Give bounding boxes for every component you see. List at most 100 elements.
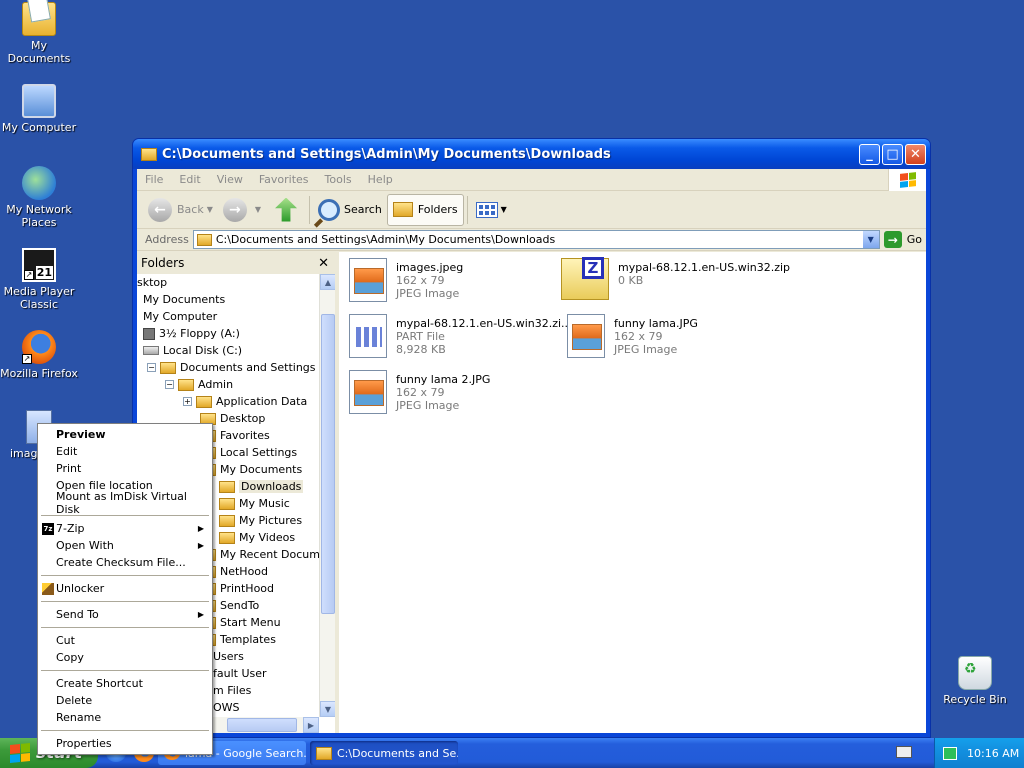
close-pane-button[interactable]: ✕ bbox=[318, 256, 329, 271]
magic-wand-icon bbox=[42, 582, 54, 595]
menu-item-create-checksum[interactable]: Create Checksum File... bbox=[40, 554, 210, 571]
media-player-icon: ↗ bbox=[22, 248, 56, 282]
up-button[interactable] bbox=[266, 194, 306, 226]
folders-vertical-scrollbar[interactable]: ▲ ▼ bbox=[319, 274, 335, 717]
file-item-funny-lama-2[interactable]: funny lama 2.JPG 162 x 79 JPEG Image bbox=[349, 370, 569, 418]
tree-item[interactable]: − Documents and Settings bbox=[137, 359, 319, 376]
desktop-icon-label: Mozilla Firefox bbox=[0, 367, 78, 380]
tree-item[interactable]: sktop bbox=[137, 274, 319, 291]
collapse-icon[interactable]: − bbox=[147, 363, 156, 372]
desktop-icon-firefox[interactable]: ↗ Mozilla Firefox bbox=[0, 330, 78, 380]
menu-help[interactable]: Help bbox=[360, 173, 401, 186]
desktop-icon-media-player-classic[interactable]: ↗ Media Player Classic bbox=[0, 248, 78, 311]
maximize-button[interactable]: □ bbox=[882, 143, 903, 165]
menu-favorites[interactable]: Favorites bbox=[251, 173, 317, 186]
file-item-mypal-part[interactable]: mypal-68.12.1.en-US.win32.zi... PART Fil… bbox=[349, 314, 572, 362]
back-label: Back bbox=[177, 203, 204, 216]
menu-item-edit[interactable]: Edit bbox=[40, 443, 210, 460]
close-button[interactable]: ✕ bbox=[905, 143, 926, 165]
file-item-images-jpeg[interactable]: images.jpeg 162 x 79 JPEG Image bbox=[349, 258, 569, 306]
menu-item-mount-imdisk[interactable]: Mount as ImDisk Virtual Disk bbox=[40, 490, 210, 516]
folders-label: Folders bbox=[417, 203, 458, 216]
menu-item-label: Open With bbox=[56, 539, 114, 552]
tree-item-label: PrintHood bbox=[220, 582, 275, 595]
address-bar: Address C:\Documents and Settings\Admin\… bbox=[137, 229, 926, 251]
expand-icon[interactable]: + bbox=[183, 397, 192, 406]
tree-item[interactable]: + Application Data bbox=[137, 393, 319, 410]
menu-item-unlocker[interactable]: Unlocker bbox=[40, 580, 210, 597]
folder-icon bbox=[316, 746, 332, 760]
window-titlebar[interactable]: C:\Documents and Settings\Admin\My Docum… bbox=[133, 139, 930, 169]
desktop-icon-recycle-bin[interactable]: Recycle Bin bbox=[936, 656, 1014, 706]
file-name: funny lama 2.JPG bbox=[396, 373, 491, 386]
menu-item-open-with[interactable]: Open With ▶ bbox=[40, 537, 210, 554]
taskbar-button-explorer[interactable]: C:\Documents and Se... bbox=[310, 741, 458, 765]
views-button[interactable]: ▼ bbox=[471, 194, 512, 226]
folder-icon bbox=[160, 361, 176, 374]
back-button[interactable]: ← Back ▼ bbox=[143, 194, 218, 226]
desktop-icon-label: My Computer bbox=[1, 121, 77, 134]
menu-item-copy[interactable]: Copy bbox=[40, 649, 210, 666]
menu-separator bbox=[41, 730, 209, 731]
minimize-button[interactable]: _ bbox=[859, 143, 880, 165]
network-tray-icon[interactable] bbox=[943, 746, 957, 760]
explorer-window[interactable]: C:\Documents and Settings\Admin\My Docum… bbox=[132, 138, 931, 738]
toolbar-separator bbox=[309, 195, 311, 224]
chevron-down-icon[interactable]: ▼ bbox=[255, 205, 261, 214]
tree-item-label: m Files bbox=[213, 684, 252, 697]
tree-item[interactable]: − Admin bbox=[137, 376, 319, 393]
chevron-down-icon[interactable]: ▼ bbox=[501, 205, 507, 214]
desktop-icon-my-documents[interactable]: My Documents bbox=[0, 2, 78, 65]
tree-item-label: Downloads bbox=[239, 480, 304, 493]
tree-item[interactable]: My Documents bbox=[137, 291, 319, 308]
scroll-thumb[interactable] bbox=[227, 718, 297, 732]
menu-view[interactable]: View bbox=[209, 173, 251, 186]
menu-item-delete[interactable]: Delete bbox=[40, 692, 210, 709]
go-button[interactable]: → Go bbox=[883, 231, 922, 248]
search-button[interactable]: Search bbox=[313, 194, 387, 226]
jpeg-image-icon bbox=[349, 370, 387, 414]
scroll-up-button[interactable]: ▲ bbox=[320, 274, 335, 290]
tree-item-label: Local Settings bbox=[220, 446, 298, 459]
menu-item-properties[interactable]: Properties bbox=[40, 735, 210, 752]
tree-item-label: OWS bbox=[213, 701, 240, 714]
clock[interactable]: 10:16 AM bbox=[967, 747, 1019, 760]
menu-item-label: Send To bbox=[56, 608, 99, 621]
desktop-icon-my-computer[interactable]: My Computer bbox=[0, 84, 78, 134]
forward-button[interactable]: → ▼ bbox=[218, 194, 266, 226]
open-folder-icon bbox=[219, 480, 235, 493]
address-input[interactable]: C:\Documents and Settings\Admin\My Docum… bbox=[192, 230, 880, 249]
menu-tools[interactable]: Tools bbox=[317, 173, 360, 186]
collapse-icon[interactable]: − bbox=[165, 380, 174, 389]
tree-item[interactable]: 3½ Floppy (A:) bbox=[137, 325, 319, 342]
menu-item-print[interactable]: Print bbox=[40, 460, 210, 477]
scroll-right-button[interactable]: ▶ bbox=[303, 717, 319, 733]
menu-item-cut[interactable]: Cut bbox=[40, 632, 210, 649]
menu-item-create-shortcut[interactable]: Create Shortcut bbox=[40, 675, 210, 692]
tree-item[interactable]: Local Disk (C:) bbox=[137, 342, 319, 359]
back-arrow-icon: ← bbox=[148, 197, 172, 222]
folders-button[interactable]: Folders bbox=[386, 193, 464, 226]
menu-edit[interactable]: Edit bbox=[171, 173, 208, 186]
desktop-icon-network-places[interactable]: My Network Places bbox=[0, 166, 78, 229]
menu-item-rename[interactable]: Rename bbox=[40, 709, 210, 726]
scroll-thumb[interactable] bbox=[321, 314, 335, 614]
address-value: C:\Documents and Settings\Admin\My Docum… bbox=[215, 233, 556, 246]
address-dropdown-button[interactable]: ▼ bbox=[862, 231, 879, 248]
chevron-down-icon[interactable]: ▼ bbox=[207, 205, 213, 214]
music-folder-icon bbox=[219, 497, 235, 510]
menu-item-send-to[interactable]: Send To ▶ bbox=[40, 606, 210, 623]
menu-item-7zip[interactable]: 7z 7-Zip ▶ bbox=[40, 520, 210, 537]
tree-item-label: My Music bbox=[239, 497, 290, 510]
file-item-funny-lama[interactable]: funny lama.JPG 162 x 79 JPEG Image bbox=[567, 314, 787, 362]
windows-logo-icon bbox=[10, 742, 30, 764]
scroll-down-button[interactable]: ▼ bbox=[320, 701, 335, 717]
file-item-mypal-zip[interactable]: Z mypal-68.12.1.en-US.win32.zip 0 KB bbox=[561, 257, 801, 306]
tree-item-label: My Pictures bbox=[239, 514, 303, 527]
menu-file[interactable]: File bbox=[137, 173, 171, 186]
tree-item[interactable]: My Computer bbox=[137, 308, 319, 325]
menu-item-preview[interactable]: Preview bbox=[40, 426, 210, 443]
keyboard-icon[interactable] bbox=[896, 746, 912, 758]
tree-item-label: My Computer bbox=[143, 310, 218, 323]
file-size: 0 KB bbox=[618, 274, 644, 287]
